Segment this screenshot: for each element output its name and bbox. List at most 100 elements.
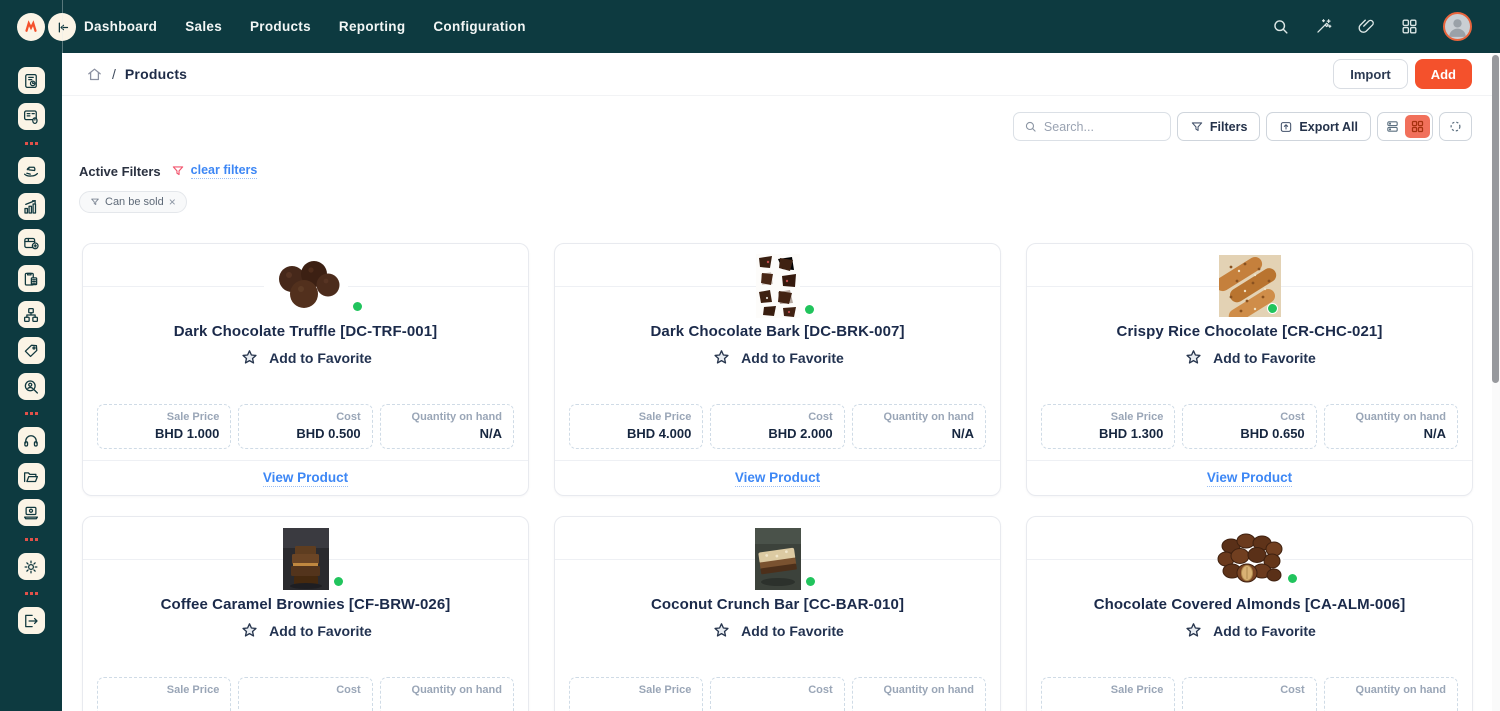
sale-price-value: BHD 1.300 <box>1053 426 1163 441</box>
cost-label: Cost <box>250 684 360 696</box>
export-all-button[interactable]: Export All <box>1266 112 1371 141</box>
add-to-favorite-button[interactable]: Add to Favorite <box>1027 621 1472 641</box>
nav-item-dashboard[interactable]: Dashboard <box>84 19 157 34</box>
sidebar-item-user-search[interactable] <box>18 373 45 400</box>
quantity-value: N/A <box>392 426 502 441</box>
main-menu: Dashboard Sales Products Reporting Configura… <box>84 19 526 34</box>
sidebar-item-price-tags[interactable] <box>18 337 45 364</box>
quantity-label: Quantity on hand <box>1336 684 1446 696</box>
topbar-separator <box>62 0 63 53</box>
view-product-link[interactable]: View Product <box>735 470 820 487</box>
chip-close-icon[interactable]: × <box>169 196 176 208</box>
cost-box: CostBHD 2.000 <box>710 404 844 449</box>
search-icon <box>1024 120 1037 133</box>
availability-dot <box>353 302 362 311</box>
sidebar-item-laptop[interactable] <box>18 499 45 526</box>
filters-button[interactable]: Filters <box>1177 112 1261 141</box>
nav-item-products[interactable]: Products <box>250 19 311 34</box>
sidebar-item-box-add[interactable] <box>18 229 45 256</box>
add-to-favorite-button[interactable]: Add to Favorite <box>555 621 1000 641</box>
sale-price-box: Sale Price <box>569 677 703 711</box>
product-stats: Sale PriceCostQuantity on hand <box>555 677 1000 711</box>
scrollbar-thumb[interactable] <box>1492 55 1499 383</box>
sidebar-item-kanban-mouse[interactable] <box>18 103 45 130</box>
add-to-favorite-button[interactable]: Add to Favorite <box>83 621 528 641</box>
quantity-value <box>392 699 502 711</box>
sidebar-item-logout[interactable] <box>18 607 45 634</box>
app-logo <box>17 13 45 41</box>
home-icon[interactable] <box>86 66 103 83</box>
view-product-link[interactable]: View Product <box>1207 470 1292 487</box>
breadcrumb-separator: / <box>112 66 116 82</box>
cost-box: CostBHD 0.650 <box>1182 404 1316 449</box>
product-image <box>1217 531 1283 587</box>
product-image <box>1219 255 1281 317</box>
sale-price-label: Sale Price <box>581 684 691 696</box>
top-navigation-bar: Dashboard Sales Products Reporting Configura… <box>0 0 1500 53</box>
filter-chip-can-be-sold[interactable]: Can be sold × <box>79 191 187 213</box>
add-to-favorite-label: Add to Favorite <box>741 350 844 366</box>
product-card: Crispy Rice Chocolate [CR-CHC-021]Add to… <box>1026 243 1473 496</box>
add-to-favorite-button[interactable]: Add to Favorite <box>1027 348 1472 368</box>
grid-view-button[interactable] <box>1405 115 1430 138</box>
sale-price-value <box>1053 699 1163 711</box>
paperclip-icon[interactable] <box>1357 17 1376 36</box>
nav-item-reporting[interactable]: Reporting <box>339 19 405 34</box>
sale-price-box: Sale Price <box>97 677 231 711</box>
sidebar-item-settings-gear[interactable] <box>18 553 45 580</box>
add-to-favorite-button[interactable]: Add to Favorite <box>83 348 528 368</box>
quantity-label: Quantity on hand <box>864 684 974 696</box>
search-icon[interactable] <box>1271 17 1290 36</box>
add-button[interactable]: Add <box>1415 59 1472 89</box>
availability-dot <box>806 577 815 586</box>
sidebar-item-menu-board[interactable] <box>18 67 45 94</box>
sidebar-item-clipboard-calc[interactable] <box>18 265 45 292</box>
refresh-button[interactable] <box>1439 112 1472 141</box>
sidebar-item-boxes-link[interactable] <box>18 301 45 328</box>
product-image <box>283 528 329 590</box>
add-to-favorite-label: Add to Favorite <box>269 623 372 639</box>
product-image <box>264 257 348 315</box>
left-sidebar <box>0 53 62 711</box>
magic-wand-icon[interactable] <box>1314 17 1333 36</box>
cost-value: BHD 0.500 <box>250 426 360 441</box>
cost-label: Cost <box>1194 684 1304 696</box>
view-product-link[interactable]: View Product <box>263 470 348 487</box>
view-toggle <box>1377 112 1433 141</box>
sidebar-item-sales-chart[interactable] <box>18 193 45 220</box>
apps-grid-icon[interactable] <box>1400 17 1419 36</box>
list-view-button[interactable] <box>1380 115 1405 138</box>
nav-item-sales[interactable]: Sales <box>185 19 222 34</box>
cost-value <box>250 699 360 711</box>
star-icon <box>711 348 732 368</box>
sale-price-box: Sale PriceBHD 4.000 <box>569 404 703 449</box>
search-input[interactable] <box>1044 120 1160 134</box>
product-image <box>756 254 800 318</box>
availability-dot <box>334 577 343 586</box>
add-to-favorite-button[interactable]: Add to Favorite <box>555 348 1000 368</box>
cost-label: Cost <box>1194 411 1304 423</box>
sale-price-label: Sale Price <box>1053 684 1163 696</box>
sidebar-item-hand-serve[interactable] <box>18 157 45 184</box>
sale-price-label: Sale Price <box>1053 411 1163 423</box>
laptop-icon <box>22 504 40 522</box>
clipboard-calc-icon <box>22 270 40 288</box>
clear-filters-link[interactable]: clear filters <box>191 163 258 179</box>
product-stats: Sale PriceCostQuantity on hand <box>83 677 528 711</box>
brand-logo-icon <box>22 18 40 36</box>
user-avatar[interactable] <box>1443 12 1472 41</box>
quantity-label: Quantity on hand <box>1336 411 1446 423</box>
sidebar-item-folder-doc[interactable] <box>18 463 45 490</box>
page-title: Products <box>125 66 187 82</box>
sale-price-value: BHD 4.000 <box>581 426 691 441</box>
active-filters-title: Active Filters <box>79 164 161 179</box>
quantity-box: Quantity on handN/A <box>852 404 986 449</box>
cost-value: BHD 2.000 <box>722 426 832 441</box>
product-card: Dark Chocolate Bark [DC-BRK-007]Add to F… <box>554 243 1001 496</box>
nav-item-configuration[interactable]: Configuration <box>433 19 525 34</box>
funnel-icon <box>1190 120 1204 134</box>
product-name: Dark Chocolate Truffle [DC-TRF-001] <box>83 323 528 340</box>
clear-funnel-icon <box>171 164 185 178</box>
sidebar-item-headset[interactable] <box>18 427 45 454</box>
import-button[interactable]: Import <box>1333 59 1407 89</box>
